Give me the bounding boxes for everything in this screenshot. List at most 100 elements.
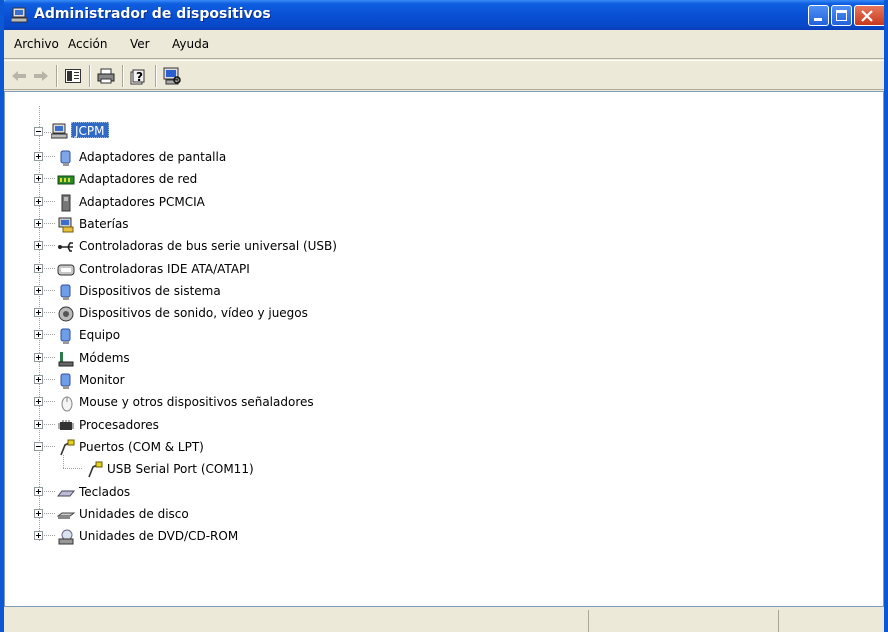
tree-line: [39, 106, 40, 542]
tree-item-label: Mouse y otros dispositivos señaladores: [79, 395, 314, 410]
close-icon: [861, 10, 873, 22]
back-button[interactable]: [8, 66, 30, 86]
tree-line: [63, 455, 64, 470]
display-adapter-icon: [57, 149, 75, 167]
tree-item-label: Controladoras IDE ATA/ATAPI: [79, 261, 250, 276]
menu-bar: Archivo Acción Ver Ayuda: [4, 30, 884, 59]
tree-line: [44, 379, 56, 380]
dvd-icon: [57, 528, 75, 546]
tree-line: [44, 356, 56, 358]
help-icon: ?: [130, 69, 145, 85]
tree-item-label: Controladoras de bus serie universal (US…: [79, 239, 337, 254]
minimize-button[interactable]: [808, 5, 829, 26]
toolbar-separator: [56, 65, 58, 87]
collapse-toggle[interactable]: [34, 441, 43, 451]
window-title: Administrador de dispositivos: [34, 6, 271, 22]
tree-item-label: Puertos (COM & LPT): [79, 439, 204, 454]
title-bar[interactable]: Administrador de dispositivos: [4, 0, 884, 30]
tree-item-label: Módems: [79, 350, 130, 365]
network-adapter-icon: [57, 171, 75, 189]
tree-line: [44, 267, 56, 269]
menu-ver[interactable]: Ver: [130, 37, 150, 51]
tree-item-label: Dispositivos de sonido, vídeo y juegos: [79, 306, 308, 321]
root-computer-label[interactable]: JCPM: [71, 122, 109, 138]
device-manager-window: Administrador de dispositivos Archivo Ac…: [0, 0, 888, 632]
sound-icon: [57, 305, 75, 323]
tree-line: [44, 245, 56, 247]
pcmcia-icon: [57, 194, 75, 212]
tree-item-label: Procesadores: [79, 417, 159, 432]
tree-item-label: Adaptadores de red: [79, 172, 198, 187]
mouse-icon: [57, 394, 75, 412]
expand-toggle[interactable]: [34, 196, 43, 206]
expand-toggle[interactable]: [34, 308, 43, 318]
expand-toggle[interactable]: [34, 152, 43, 161]
tree-item-label: Adaptadores de pantalla: [79, 150, 227, 164]
tree-item-label: USB Serial Port (COM11): [107, 462, 254, 477]
port-icon: [57, 439, 75, 457]
status-bar: [4, 608, 884, 632]
forward-icon: [34, 71, 48, 81]
tree-line: [44, 200, 56, 202]
menu-ayuda[interactable]: Ayuda: [172, 37, 209, 51]
toolbar: ?: [4, 60, 884, 90]
show-hide-tree-icon: [65, 69, 81, 83]
tree-line: [44, 334, 56, 336]
ide-icon: [57, 261, 75, 279]
expand-toggle[interactable]: [34, 531, 43, 541]
expand-toggle[interactable]: [34, 263, 43, 273]
close-button[interactable]: [854, 5, 884, 26]
expand-toggle[interactable]: [34, 285, 43, 295]
status-pane: [778, 610, 884, 632]
tree-line: [44, 178, 56, 180]
show-hide-tree-button[interactable]: [62, 66, 84, 86]
tree-item-label: Monitor: [79, 373, 125, 387]
tree-item-label: Unidades de DVD/CD-ROM: [79, 529, 239, 544]
toolbar-separator: [155, 65, 157, 87]
computer-icon: [50, 122, 69, 140]
forward-button[interactable]: [30, 66, 52, 86]
expand-toggle[interactable]: [34, 508, 43, 518]
tree-item-label: Unidades de disco: [79, 506, 189, 521]
expand-toggle[interactable]: [34, 375, 43, 384]
tree-line: [44, 512, 56, 514]
monitor-icon: [57, 372, 75, 390]
tree-line: [44, 401, 56, 403]
tree-item-label: Teclados: [79, 484, 131, 499]
keyboard-icon: [56, 484, 76, 502]
status-pane: [588, 610, 778, 632]
collapse-toggle[interactable]: [34, 127, 43, 136]
expand-toggle[interactable]: [34, 397, 43, 407]
menu-accion[interactable]: Acción: [68, 37, 107, 51]
tree-line: [44, 490, 56, 492]
scan-hardware-button[interactable]: [161, 66, 183, 86]
menu-archivo[interactable]: Archivo: [14, 37, 59, 51]
expand-toggle[interactable]: [34, 419, 43, 429]
processor-icon: [57, 417, 75, 435]
disk-drive-icon: [56, 506, 76, 524]
modem-icon: [57, 350, 75, 368]
tree-line: [44, 222, 56, 224]
tree-item-label: Baterías: [79, 216, 129, 231]
print-button[interactable]: [95, 66, 117, 86]
device-tree[interactable]: JCPM Adaptadores de pantalla Adaptadores …: [4, 91, 884, 607]
expand-toggle[interactable]: [34, 486, 43, 496]
scan-hardware-icon: [163, 67, 181, 85]
back-icon: [12, 71, 26, 81]
expand-toggle[interactable]: [34, 330, 43, 340]
expand-toggle[interactable]: [34, 174, 43, 184]
help-button[interactable]: ?: [128, 66, 150, 86]
expand-toggle[interactable]: [34, 218, 43, 228]
system-device-icon: [57, 283, 75, 301]
tree-line: [44, 445, 56, 447]
tree-line: [44, 312, 56, 314]
usb-icon: [57, 238, 75, 256]
maximize-button[interactable]: [831, 5, 852, 26]
device-manager-icon: [11, 7, 28, 23]
tree-item-label: Adaptadores PCMCIA: [79, 194, 205, 209]
computer-icon: [57, 327, 75, 345]
toolbar-separator: [122, 65, 124, 87]
print-icon: [97, 68, 115, 84]
expand-toggle[interactable]: [34, 352, 43, 362]
expand-toggle[interactable]: [34, 241, 43, 251]
